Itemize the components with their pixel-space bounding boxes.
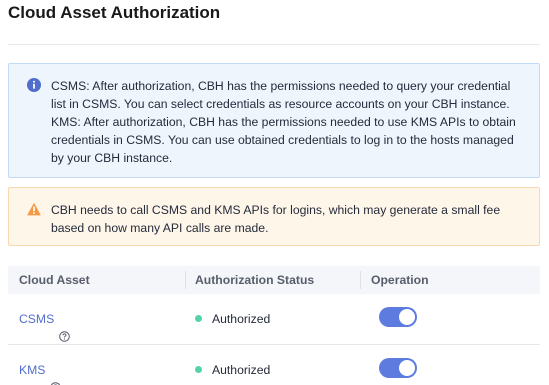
asset-link-kms[interactable]: KMS [19, 363, 45, 377]
column-header-authorization-status: Authorization Status [195, 273, 315, 287]
info-notice-line: KMS: After authorization, CBH has the pe… [51, 115, 516, 129]
warning-notice-line: CBH needs to call CSMS and KMS APIs for … [51, 203, 501, 217]
column-separator [360, 271, 361, 289]
cloud-asset-table: Cloud Asset Authorization Status Operati… [8, 266, 540, 385]
info-notice-line: CSMS: After authorization, CBH has the p… [51, 79, 511, 93]
authorization-toggle-kms[interactable] [379, 358, 417, 378]
status-cell: Authorized [195, 345, 270, 385]
help-circle-icon[interactable] [59, 313, 71, 343]
column-header-operation: Operation [371, 273, 429, 287]
asset-cell: CSMS [19, 294, 71, 344]
info-notice: CSMS: After authorization, CBH has the p… [8, 63, 540, 178]
status-text: Authorized [212, 312, 271, 326]
toggle-knob [399, 309, 415, 325]
info-notice-line: list in CSMS. You can select credentials… [51, 97, 510, 111]
status-cell: Authorized [195, 294, 270, 344]
column-separator [185, 271, 186, 289]
warning-notice: CBH needs to call CSMS and KMS APIs for … [8, 187, 540, 246]
column-header-cloud-asset: Cloud Asset [19, 273, 90, 287]
title-divider [8, 44, 540, 45]
table-row: KMS Authorized [8, 345, 540, 385]
warning-notice-line: based on how many API calls are made. [51, 221, 269, 235]
page-title: Cloud Asset Authorization [8, 3, 221, 22]
status-dot-icon [195, 315, 202, 323]
info-notice-text: CSMS: After authorization, CBH has the p… [51, 77, 527, 167]
table-row: CSMS Authorized [8, 294, 540, 345]
toggle-knob [399, 360, 415, 376]
cloud-asset-authorization-panel: Cloud Asset Authorization CSMS: After au… [0, 0, 549, 385]
status-dot-icon [195, 366, 202, 374]
asset-cell: KMS [19, 345, 61, 385]
info-notice-line: credentials in CSMS. You can use obtaine… [51, 133, 514, 147]
warning-notice-text: CBH needs to call CSMS and KMS APIs for … [51, 201, 527, 237]
warning-triangle-icon [27, 202, 41, 216]
table-header: Cloud Asset Authorization Status Operati… [8, 266, 540, 294]
info-circle-icon [27, 78, 41, 92]
info-notice-line: by your CBH instance. [51, 151, 173, 165]
asset-link-csms[interactable]: CSMS [19, 312, 54, 326]
authorization-toggle-csms[interactable] [379, 307, 417, 327]
status-text: Authorized [212, 363, 271, 377]
help-circle-icon[interactable] [50, 364, 61, 385]
